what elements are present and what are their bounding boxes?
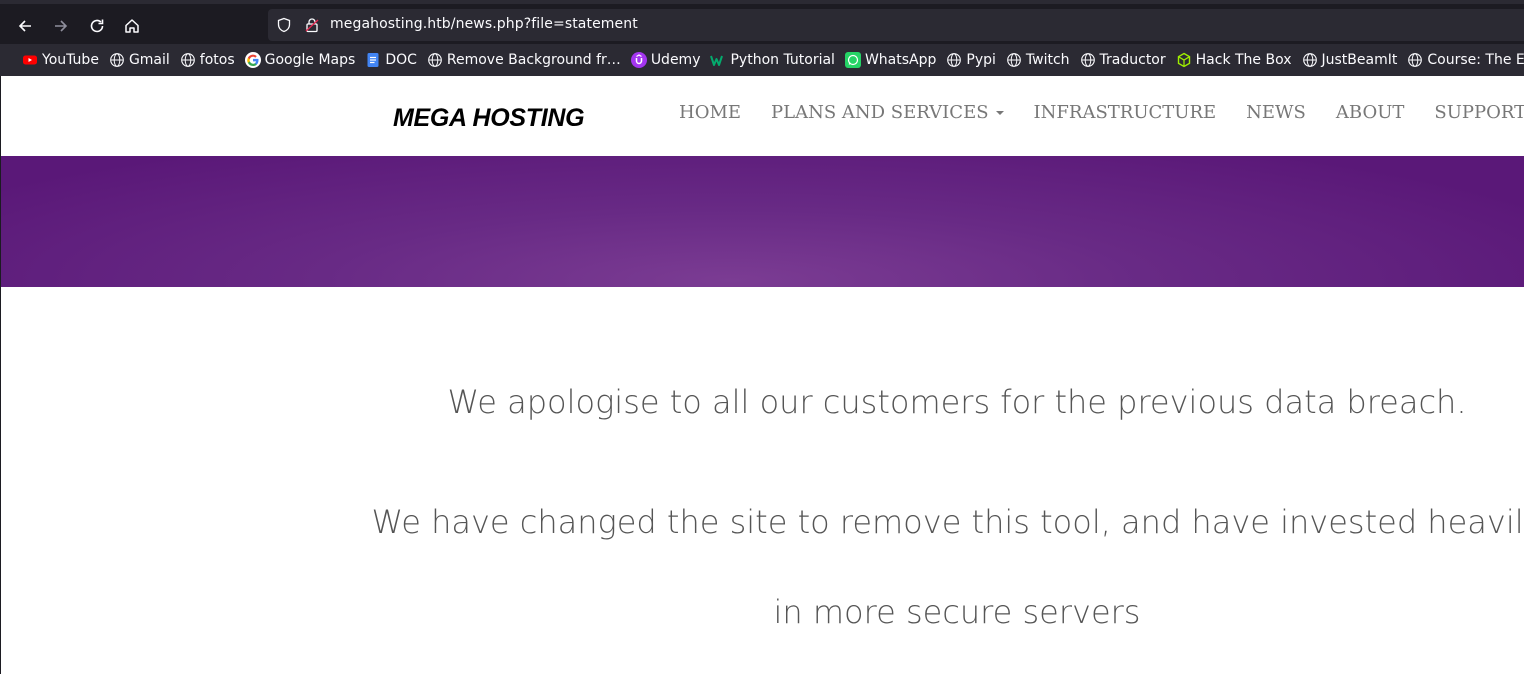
bookmark-label: Pypi xyxy=(966,52,996,68)
nav-label: SUPPORT xyxy=(1434,102,1524,123)
globe-icon xyxy=(1407,52,1423,68)
bookmark-label: WhatsApp xyxy=(864,52,937,68)
bookmark-label: Hack The Box xyxy=(1195,52,1292,68)
globe-icon xyxy=(946,52,962,68)
bookmark-traductor[interactable]: Traductor xyxy=(1080,52,1166,68)
bookmark-hack-the-box[interactable]: Hack The Box xyxy=(1176,52,1292,68)
bookmark-label: fotos xyxy=(199,52,235,68)
bookmark-udemy[interactable]: Udemy xyxy=(630,52,701,68)
whatsapp-icon xyxy=(844,52,861,68)
home-icon xyxy=(125,19,139,33)
bookmark-label: Gmail xyxy=(128,52,170,68)
nav-label: PLANS AND SERVICES xyxy=(771,102,989,123)
bookmark-course[interactable]: Course: The Evo xyxy=(1407,52,1524,68)
bookmark-label: Traductor xyxy=(1099,52,1166,68)
nav-support[interactable]: SUPPORT xyxy=(1434,102,1524,123)
youtube-icon xyxy=(22,52,38,68)
web-page: MEGA HOSTING HOME PLANS AND SERVICES INF… xyxy=(0,76,1524,674)
bookmark-pypi[interactable]: Pypi xyxy=(946,52,996,68)
nav-about[interactable]: ABOUT xyxy=(1336,102,1405,123)
globe-icon xyxy=(180,52,196,68)
nav-news[interactable]: NEWS xyxy=(1246,102,1306,123)
udemy-icon xyxy=(630,52,647,68)
globe-icon xyxy=(1302,52,1318,68)
bookmark-label: JustBeamIt xyxy=(1321,52,1398,68)
reload-icon xyxy=(90,19,104,33)
bookmark-gmail[interactable]: Gmail xyxy=(109,52,170,68)
back-button[interactable] xyxy=(11,12,39,40)
bookmark-justbeamit[interactable]: JustBeamIt xyxy=(1302,52,1398,68)
hero-banner xyxy=(1,156,1524,287)
nav-infrastructure[interactable]: INFRASTRUCTURE xyxy=(1034,102,1217,123)
address-bar[interactable]: megahosting.htb/news.php?file=statement xyxy=(268,9,1524,41)
arrow-right-icon xyxy=(55,20,68,32)
browser-toolbar: megahosting.htb/news.php?file=statement xyxy=(0,0,1524,44)
bookmark-label: Course: The Evo xyxy=(1427,52,1524,68)
site-header: MEGA HOSTING HOME PLANS AND SERVICES INF… xyxy=(1,76,1524,156)
shield-icon[interactable] xyxy=(276,17,292,33)
main-nav: HOME PLANS AND SERVICES INFRASTRUCTURE N… xyxy=(679,102,1524,123)
lock-icon[interactable] xyxy=(304,17,320,33)
nav-label: ABOUT xyxy=(1335,102,1405,123)
bookmark-doc[interactable]: DOC xyxy=(365,52,417,68)
home-button[interactable] xyxy=(118,12,146,40)
bookmark-whatsapp[interactable]: WhatsApp xyxy=(844,52,937,68)
bookmarks-bar: YouTube Gmail fotos Google Maps DOC Remo… xyxy=(0,44,1524,76)
site-logo[interactable]: MEGA HOSTING xyxy=(393,104,585,133)
bookmark-label: DOC xyxy=(385,52,417,68)
globe-icon xyxy=(1006,52,1022,68)
forward-button[interactable] xyxy=(47,12,75,40)
bookmark-youtube[interactable]: YouTube xyxy=(22,52,99,68)
w3-icon xyxy=(710,52,726,68)
caret-down-icon xyxy=(995,110,1004,115)
nav-label: HOME xyxy=(679,102,742,123)
bookmark-label: Python Tutorial xyxy=(730,52,835,68)
bookmark-label: YouTube xyxy=(42,52,99,68)
globe-icon xyxy=(427,52,443,68)
bookmark-python-tutorial[interactable]: Python Tutorial xyxy=(710,52,835,68)
bookmark-remove-background[interactable]: Remove Background fr… xyxy=(427,52,621,68)
bookmark-label: Remove Background fr… xyxy=(446,52,621,68)
bookmark-label: Udemy xyxy=(650,52,701,68)
statement-line-1: We apologise to all our customers for th… xyxy=(447,383,1467,421)
globe-icon xyxy=(109,52,125,68)
statement-line-3: in more secure servers xyxy=(773,593,1141,631)
nav-label: INFRASTRUCTURE xyxy=(1033,102,1217,123)
docs-icon xyxy=(365,52,381,68)
reload-button[interactable] xyxy=(83,12,111,40)
arrow-left-icon xyxy=(18,20,31,32)
bookmark-label: Google Maps xyxy=(264,52,356,68)
htb-icon xyxy=(1176,52,1192,68)
google-icon xyxy=(244,52,261,68)
bookmark-fotos[interactable]: fotos xyxy=(180,52,235,68)
nav-plans-and-services[interactable]: PLANS AND SERVICES xyxy=(771,102,1004,123)
bookmark-google-maps[interactable]: Google Maps xyxy=(244,52,356,68)
statement-line-2: We have changed the site to remove this … xyxy=(371,503,1524,541)
bookmark-twitch[interactable]: Twitch xyxy=(1006,52,1070,68)
nav-label: NEWS xyxy=(1246,102,1306,123)
bookmark-label: Twitch xyxy=(1025,52,1070,68)
globe-icon xyxy=(1080,52,1096,68)
url-text[interactable]: megahosting.htb/news.php?file=statement xyxy=(330,16,638,32)
nav-home[interactable]: HOME xyxy=(679,102,741,123)
